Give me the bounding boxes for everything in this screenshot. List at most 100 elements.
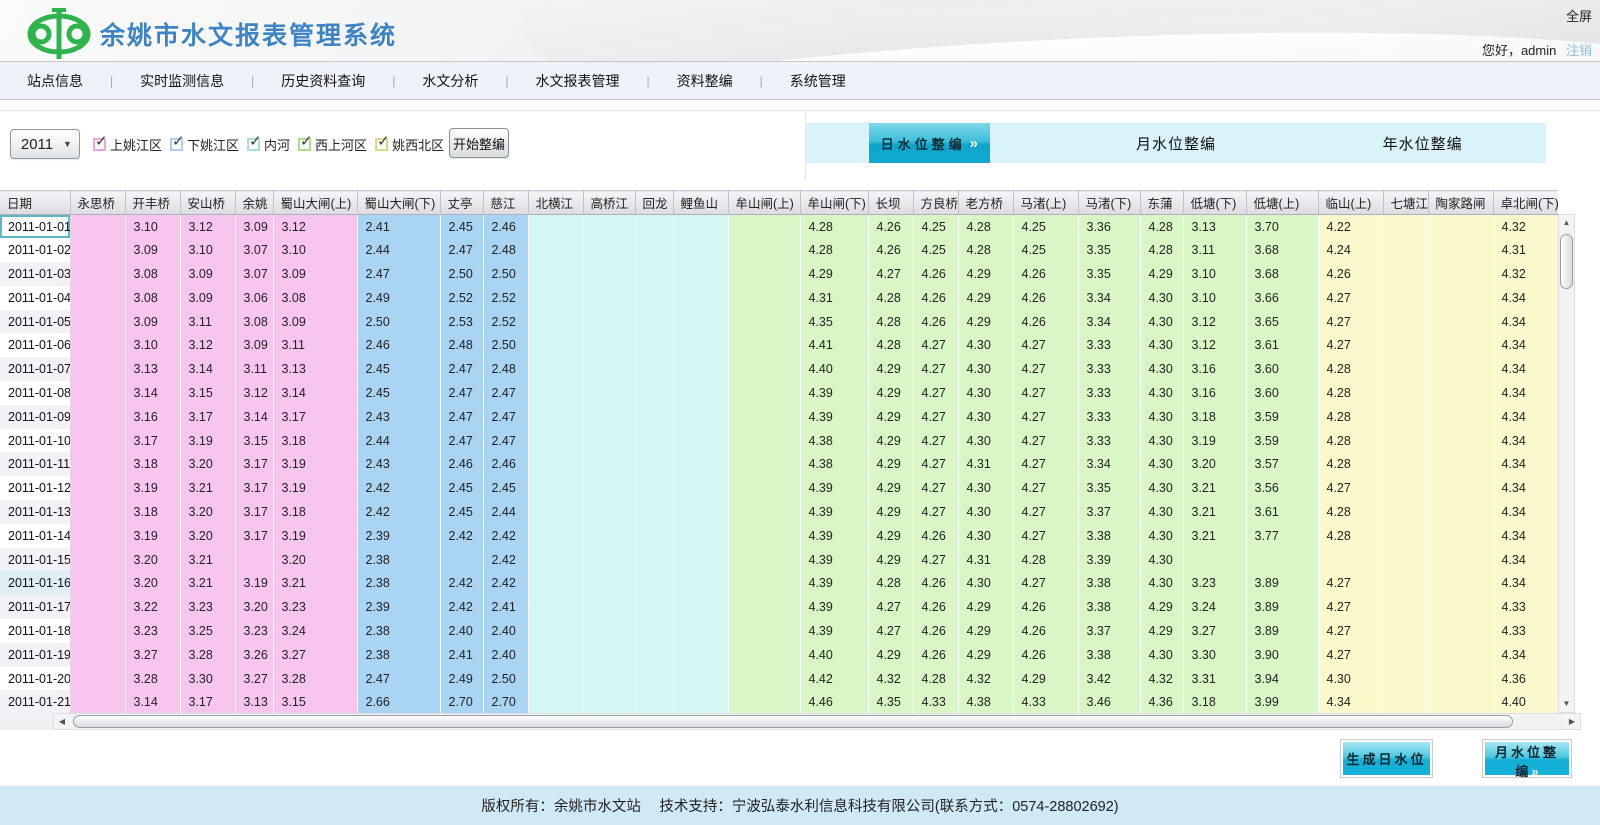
value-cell[interactable]: 4.34 [1493,286,1558,310]
value-cell[interactable] [1428,429,1493,453]
value-cell[interactable]: 4.26 [1013,643,1078,667]
value-cell[interactable]: 4.32 [1140,667,1183,691]
value-cell[interactable] [583,595,635,619]
value-cell[interactable]: 3.18 [273,500,357,524]
value-cell[interactable]: 4.28 [1013,548,1078,572]
value-cell[interactable] [1428,619,1493,643]
value-cell[interactable]: 4.40 [800,643,868,667]
value-cell[interactable]: 2.52 [440,286,483,310]
value-cell[interactable] [528,286,583,310]
value-cell[interactable]: 3.94 [1246,667,1318,691]
value-cell[interactable]: 3.33 [1078,405,1140,429]
value-cell[interactable]: 2.45 [440,476,483,500]
value-cell[interactable]: 2.47 [440,357,483,381]
value-cell[interactable]: 4.30 [1140,571,1183,595]
value-cell[interactable]: 3.14 [125,690,180,713]
value-cell[interactable] [528,310,583,334]
value-cell[interactable]: 4.39 [800,524,868,548]
value-cell[interactable] [635,571,673,595]
value-cell[interactable] [1383,548,1428,572]
value-cell[interactable] [673,643,728,667]
value-cell[interactable] [673,500,728,524]
date-cell[interactable]: 2011-01-13 [0,500,70,524]
value-cell[interactable]: 2.46 [357,333,440,357]
value-cell[interactable]: 2.43 [357,405,440,429]
value-cell[interactable]: 4.29 [868,524,913,548]
value-cell[interactable]: 3.09 [273,310,357,334]
value-cell[interactable]: 3.23 [235,619,273,643]
value-cell[interactable]: 3.15 [235,429,273,453]
value-cell[interactable]: 4.28 [1140,215,1183,239]
value-cell[interactable]: 3.66 [1246,286,1318,310]
value-cell[interactable]: 3.11 [235,357,273,381]
value-cell[interactable]: 3.89 [1246,571,1318,595]
year-select[interactable]: 2011 ▼ [10,129,80,159]
date-cell[interactable]: 2011-01-19 [0,643,70,667]
value-cell[interactable] [583,476,635,500]
value-cell[interactable]: 3.17 [273,405,357,429]
value-cell[interactable]: 3.34 [1078,310,1140,334]
value-cell[interactable]: 3.13 [1183,215,1246,239]
value-cell[interactable]: 4.38 [800,429,868,453]
value-cell[interactable] [583,238,635,262]
value-cell[interactable]: 3.08 [125,286,180,310]
value-cell[interactable]: 4.29 [1140,262,1183,286]
value-cell[interactable] [673,286,728,310]
value-cell[interactable] [528,643,583,667]
date-cell[interactable]: 2011-01-12 [0,476,70,500]
value-cell[interactable] [1428,667,1493,691]
value-cell[interactable] [728,619,800,643]
value-cell[interactable]: 4.29 [868,381,913,405]
scroll-left-icon[interactable]: ◀ [54,714,70,729]
value-cell[interactable] [673,310,728,334]
value-cell[interactable] [635,595,673,619]
value-cell[interactable]: 4.26 [868,215,913,239]
value-cell[interactable] [673,238,728,262]
value-cell[interactable]: 3.24 [273,619,357,643]
value-cell[interactable]: 3.07 [235,238,273,262]
value-cell[interactable]: 4.26 [1318,262,1383,286]
value-cell[interactable] [583,333,635,357]
value-cell[interactable] [673,690,728,713]
value-cell[interactable]: 4.30 [1140,381,1183,405]
value-cell[interactable]: 4.29 [958,286,1013,310]
value-cell[interactable] [1383,310,1428,334]
value-cell[interactable]: 4.27 [1013,381,1078,405]
value-cell[interactable]: 4.27 [868,595,913,619]
value-cell[interactable]: 3.68 [1246,262,1318,286]
value-cell[interactable]: 3.37 [1078,619,1140,643]
checkbox[interactable]: ✓ [375,138,388,151]
region-check-4[interactable]: ✓西上河区 [298,135,373,154]
value-cell[interactable] [673,595,728,619]
value-cell[interactable] [583,619,635,643]
value-cell[interactable] [1383,333,1428,357]
value-cell[interactable]: 2.53 [440,310,483,334]
value-cell[interactable] [70,333,125,357]
value-cell[interactable]: 4.30 [958,476,1013,500]
date-cell[interactable]: 2011-01-09 [0,405,70,429]
value-cell[interactable]: 3.12 [1183,310,1246,334]
value-cell[interactable]: 4.34 [1318,690,1383,713]
value-cell[interactable] [70,524,125,548]
value-cell[interactable]: 3.21 [180,548,235,572]
value-cell[interactable]: 4.27 [913,452,958,476]
value-cell[interactable] [1428,286,1493,310]
value-cell[interactable]: 3.21 [273,571,357,595]
value-cell[interactable]: 4.28 [868,333,913,357]
region-check-5[interactable]: ✓姚西北区 [375,135,450,154]
value-cell[interactable]: 2.42 [357,500,440,524]
value-cell[interactable] [1428,215,1493,239]
value-cell[interactable]: 4.46 [800,690,868,713]
value-cell[interactable]: 4.29 [868,429,913,453]
value-cell[interactable] [583,215,635,239]
value-cell[interactable]: 4.27 [868,262,913,286]
value-cell[interactable] [1428,333,1493,357]
value-cell[interactable] [70,476,125,500]
value-cell[interactable] [635,476,673,500]
value-cell[interactable]: 2.45 [357,381,440,405]
value-cell[interactable] [1428,357,1493,381]
value-cell[interactable] [583,262,635,286]
value-cell[interactable] [1383,500,1428,524]
value-cell[interactable] [528,667,583,691]
value-cell[interactable] [1318,548,1383,572]
